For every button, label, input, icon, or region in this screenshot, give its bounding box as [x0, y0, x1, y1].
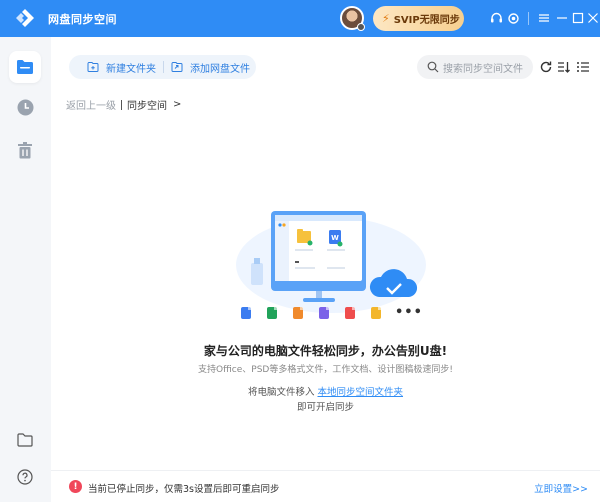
empty-state-subline: 支持Office、PSD等多格式文件，工作文档、设计图稿极速同步!: [198, 365, 453, 375]
move-prefix: 将电脑文件移入: [247, 387, 318, 398]
close-icon[interactable]: [585, 10, 600, 26]
new-folder-label: 新建文件夹: [106, 63, 156, 75]
add-cloud-file-label: 添加网盘文件: [190, 63, 250, 75]
sidebar-item-history[interactable]: [9, 91, 41, 123]
trash-icon: [18, 141, 32, 158]
add-cloud-file-button[interactable]: 添加网盘文件: [171, 55, 250, 79]
status-bar: ! 当前已停止同步，仅需3s设置后即可重启同步 立即设置>>: [51, 470, 600, 502]
title-bar: 网盘同步空间 ⚡ SVIP无限同步: [0, 0, 600, 37]
search-input[interactable]: 搜索同步空间文件: [417, 55, 533, 79]
svip-button[interactable]: ⚡ SVIP无限同步: [373, 6, 464, 31]
breadcrumb-divider: [121, 99, 122, 110]
app-logo-icon: [16, 9, 34, 27]
search-icon: [427, 61, 439, 73]
maximize-icon[interactable]: [570, 10, 586, 26]
action-pill: 新建文件夹 添加网盘文件: [69, 55, 256, 79]
history-icon: [17, 99, 33, 115]
pdf-file-icon: [345, 307, 355, 319]
help-icon: [17, 469, 33, 485]
excel-file-icon: [267, 307, 277, 319]
support-icon[interactable]: [488, 10, 504, 26]
breadcrumb-back[interactable]: 返回上一级: [66, 97, 116, 112]
refresh-icon[interactable]: [539, 60, 553, 74]
local-sync-folder-link[interactable]: 本地同步空间文件夹: [318, 387, 404, 398]
sync-illustration: W: [236, 211, 426, 313]
sidebar: [0, 37, 51, 502]
app-title: 网盘同步空间: [48, 13, 117, 26]
breadcrumb-arrow: >: [173, 99, 182, 110]
pill-divider: [163, 61, 164, 73]
list-view-icon[interactable]: [576, 60, 590, 74]
breadcrumb: 返回上一级 同步空间 >: [66, 97, 181, 112]
minimize-icon[interactable]: [554, 10, 570, 26]
breadcrumb-current: 同步空间: [127, 101, 167, 112]
menu-icon[interactable]: [536, 10, 552, 26]
video-file-icon: [319, 307, 329, 319]
add-cloud-file-icon: [171, 62, 183, 72]
sidebar-item-open-folder[interactable]: [9, 424, 41, 456]
warning-icon: !: [69, 480, 82, 493]
start-sync-hint: 即可开启同步: [296, 402, 354, 413]
image-file-icon: [371, 307, 381, 319]
open-folder-icon: [17, 433, 33, 447]
titlebar-divider: [528, 12, 529, 25]
sort-icon[interactable]: [557, 60, 571, 74]
sidebar-item-help[interactable]: [9, 461, 41, 493]
svg-text:W: W: [331, 234, 339, 242]
new-folder-button[interactable]: 新建文件夹: [87, 55, 156, 79]
search-placeholder: 搜索同步空间文件: [443, 63, 523, 75]
empty-state-headline: 家与公司的电脑文件轻松同步，办公告别U盘!: [203, 344, 448, 358]
settings-icon[interactable]: [505, 10, 521, 26]
sync-folder-icon: [17, 60, 33, 74]
sidebar-item-sync-space[interactable]: [9, 51, 41, 83]
file-type-row: •••: [241, 305, 423, 320]
svip-label: SVIP无限同步: [393, 15, 460, 26]
lightning-icon: ⚡: [382, 12, 390, 25]
more-icon: •••: [395, 305, 423, 320]
new-folder-icon: [87, 62, 99, 72]
main-panel: 新建文件夹 添加网盘文件 搜索同步空间文件 返回上一级 同步空间 > W •••…: [51, 37, 600, 502]
move-files-hint: 将电脑文件移入 本地同步空间文件夹: [51, 384, 600, 398]
avatar-badge: [357, 23, 365, 31]
word-file-icon: [241, 307, 251, 319]
sidebar-item-trash[interactable]: [9, 134, 41, 166]
ppt-file-icon: [293, 307, 303, 319]
status-message: 当前已停止同步，仅需3s设置后即可重启同步: [88, 484, 280, 495]
setup-now-link[interactable]: 立即设置>>: [534, 481, 588, 495]
